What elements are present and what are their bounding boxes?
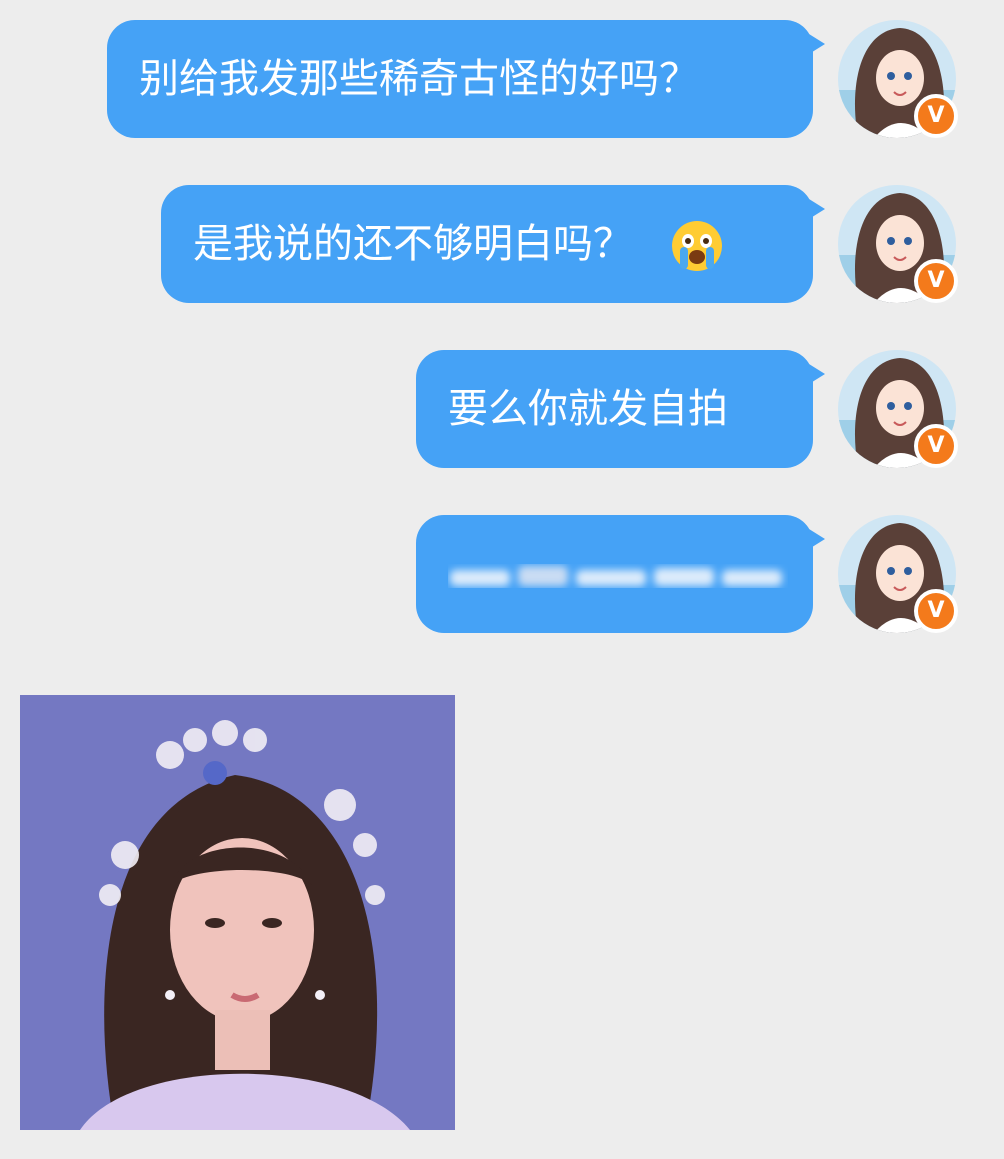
verified-badge-icon: V bbox=[914, 424, 958, 468]
message-row: 要么你就发自拍 V bbox=[0, 350, 1004, 470]
message-text: 别给我发那些稀奇古怪的好吗？ bbox=[139, 56, 699, 102]
message-text: 要么你就发自拍 bbox=[448, 386, 728, 432]
verified-badge-icon: V bbox=[914, 259, 958, 303]
message-text: 是我说的还不够明白吗？ bbox=[193, 221, 633, 267]
received-photo[interactable] bbox=[20, 695, 455, 1130]
crying-face-icon bbox=[671, 221, 722, 271]
selfie-photo-image bbox=[20, 695, 455, 1130]
blurred-message-content bbox=[450, 566, 782, 586]
message-bubble[interactable]: 是我说的还不够明白吗？ bbox=[161, 185, 825, 303]
message-row: 别给我发那些稀奇古怪的好吗？ V bbox=[0, 20, 1004, 140]
verified-badge-icon: V bbox=[914, 94, 958, 138]
message-row: 是我说的还不够明白吗？ V bbox=[0, 185, 1004, 305]
verified-badge-icon: V bbox=[914, 589, 958, 633]
avatar[interactable]: V bbox=[838, 515, 958, 633]
message-bubble[interactable]: 别给我发那些稀奇古怪的好吗？ bbox=[107, 20, 825, 138]
avatar[interactable]: V bbox=[838, 350, 958, 468]
avatar[interactable]: V bbox=[838, 20, 958, 138]
message-row: V bbox=[0, 515, 1004, 635]
avatar[interactable]: V bbox=[838, 185, 958, 303]
message-bubble[interactable] bbox=[416, 515, 825, 633]
message-bubble[interactable]: 要么你就发自拍 bbox=[416, 350, 825, 468]
